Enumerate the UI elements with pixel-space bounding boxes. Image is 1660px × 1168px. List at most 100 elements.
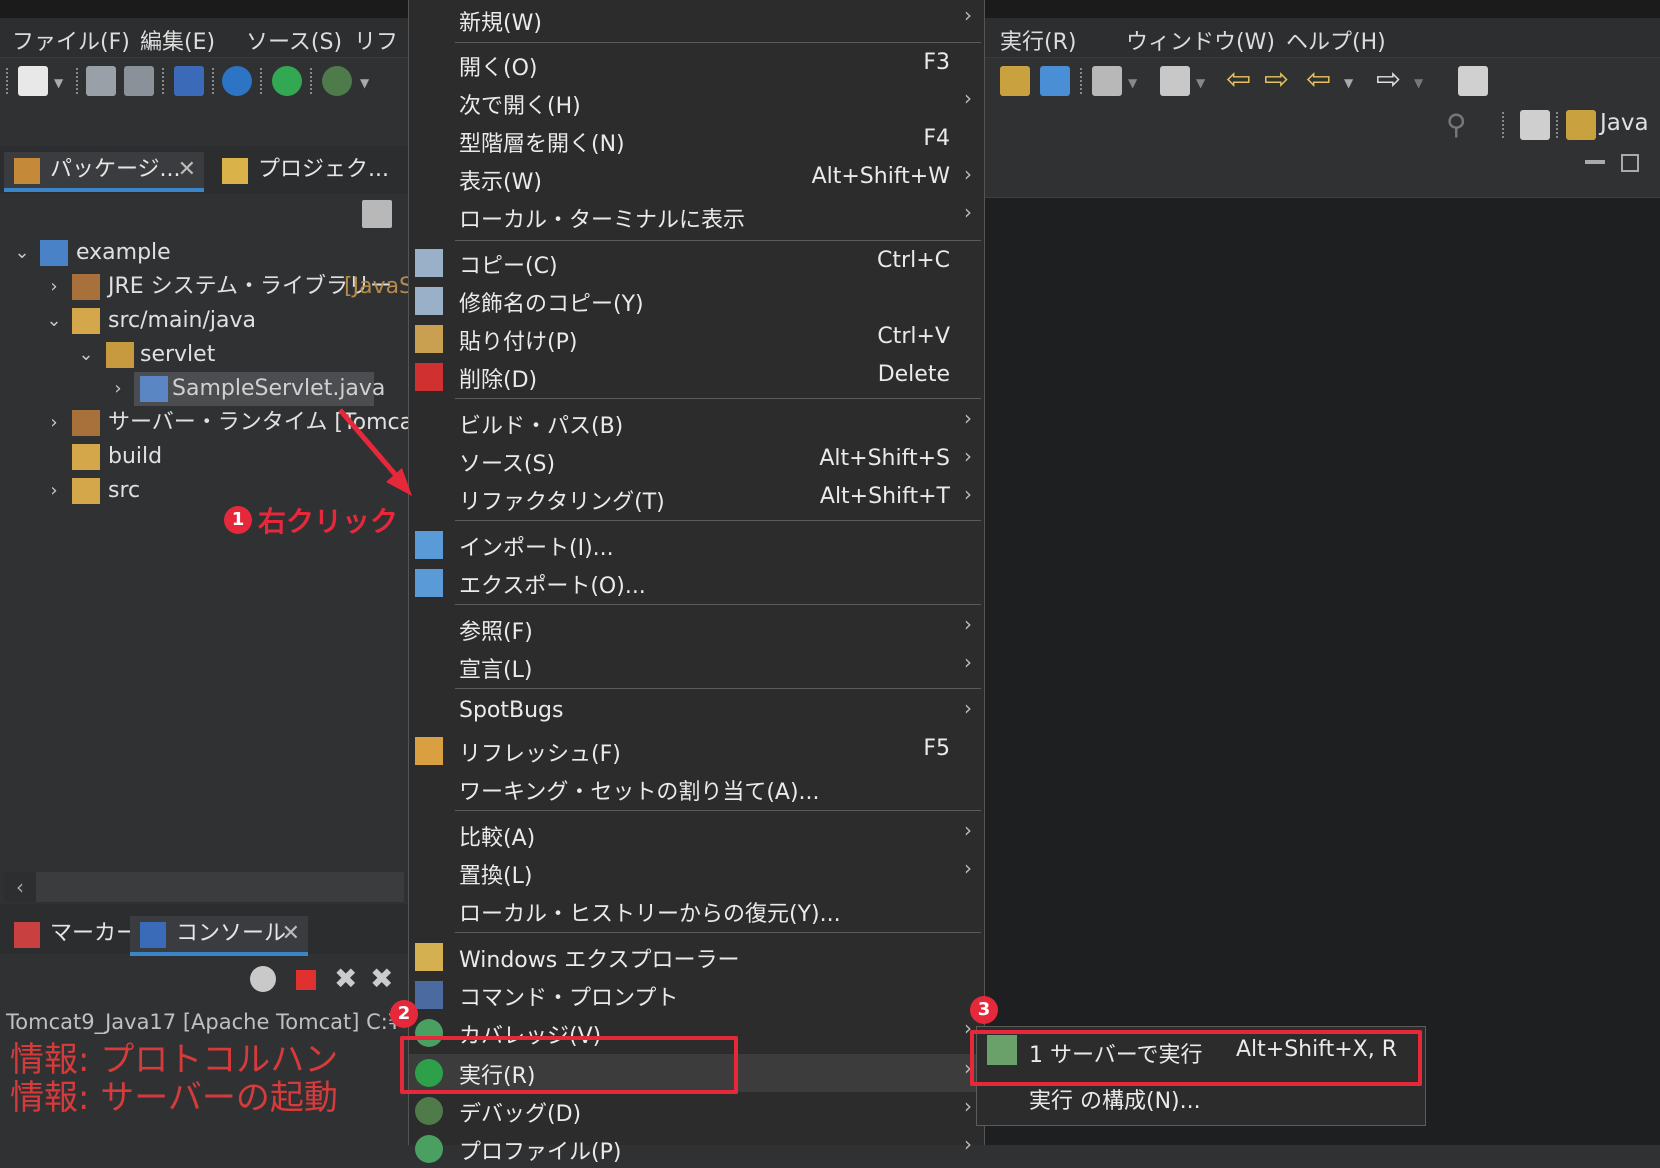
chevron-down-icon[interactable]: ▼ <box>1196 76 1205 90</box>
horizontal-scrollbar[interactable]: ‹ <box>4 872 404 902</box>
perspective-label[interactable]: Java <box>1600 110 1649 136</box>
tree-item-src-main-java[interactable]: ⌄ src/main/java <box>0 304 408 338</box>
menu-item-export[interactable]: エクスポート(O)... <box>409 564 984 602</box>
tab-project-explorer[interactable]: プロジェク... <box>212 152 402 192</box>
menu-item-refactor[interactable]: リファクタリング(T) Alt+Shift+T › <box>409 480 984 518</box>
tab-markers[interactable]: マーカー <box>4 916 138 956</box>
menu-item-label: 表示(W) <box>459 170 542 195</box>
chevron-down-icon[interactable]: ⌄ <box>76 338 96 372</box>
chevron-right-icon: › <box>964 482 972 506</box>
menu-item-windows-explorer[interactable]: Windows エクスプローラー <box>409 938 984 976</box>
menu-help[interactable]: ヘルプ(H) <box>1286 24 1386 56</box>
tab-label: プロジェク... <box>258 157 389 182</box>
remove-all-icon[interactable]: ✖ <box>370 962 393 995</box>
search-icon[interactable]: ⚲ <box>1446 108 1467 141</box>
last-edit-icon[interactable] <box>1160 66 1190 96</box>
chevron-right-icon[interactable]: › <box>44 270 64 304</box>
annotation-icon[interactable] <box>1092 66 1122 96</box>
back-icon[interactable]: ⇦ <box>1306 62 1331 97</box>
save-all-icon[interactable] <box>124 66 154 96</box>
menu-item-copy-qualified-name[interactable]: 修飾名のコピー(Y) <box>409 282 984 320</box>
menu-item-show-in-local-terminal[interactable]: ローカル・ターミナルに表示 › <box>409 198 984 236</box>
menu-window[interactable]: ウィンドウ(W) <box>1126 24 1275 56</box>
open-perspective-icon[interactable] <box>1520 110 1550 140</box>
menu-item-build-path[interactable]: ビルド・パス(B) › <box>409 404 984 442</box>
menu-run[interactable]: 実行(R) <box>1000 24 1076 56</box>
menu-item-replace-with[interactable]: 置換(L) › <box>409 854 984 892</box>
menu-item-assign-working-sets[interactable]: ワーキング・セットの割り当て(A)... <box>409 770 984 808</box>
menu-item-new[interactable]: 新規(W) › <box>409 1 984 39</box>
tab-package-explorer[interactable]: パッケージ... ✕ <box>4 152 204 192</box>
chevron-down-icon[interactable]: ⌄ <box>44 304 64 338</box>
tree-item-sampleservlet[interactable]: › SampleServlet.java <box>0 372 408 406</box>
tree-item-example[interactable]: ⌄ example <box>0 236 408 270</box>
refresh-icon <box>415 737 443 765</box>
toolbar-separator <box>310 68 313 94</box>
menu-file[interactable]: ファイル(F) <box>12 24 130 56</box>
menu-item-show-in[interactable]: 表示(W) Alt+Shift+W › <box>409 160 984 198</box>
menu-item-open-type-hierarchy[interactable]: 型階層を開く(N) F4 <box>409 122 984 160</box>
pin-editor-icon[interactable] <box>1458 66 1488 96</box>
toolbar-separator <box>1556 112 1559 138</box>
menu-item-delete[interactable]: 削除(D) Delete <box>409 358 984 396</box>
java-perspective-icon[interactable] <box>1566 110 1596 140</box>
remove-launch-icon[interactable]: ✖ <box>334 962 357 995</box>
menu-item-references[interactable]: 参照(F) › <box>409 610 984 648</box>
search-java-icon[interactable] <box>1040 66 1070 96</box>
context-menu: 新規(W) › 開く(O) F3 次で開く(H) › 型階層を開く(N) F4 表示(W) Alt… <box>408 0 985 1165</box>
menu-item-declarations[interactable]: 宣言(L) › <box>409 648 984 686</box>
collapse-all-icon[interactable] <box>362 200 392 228</box>
menu-item-restore-from-local-history[interactable]: ローカル・ヒストリーからの復元(Y)... <box>409 892 984 930</box>
copy-icon <box>415 249 443 277</box>
menu-item-open[interactable]: 開く(O) F3 <box>409 46 984 84</box>
tree-item-build[interactable]: build <box>0 440 408 474</box>
minimize-icon[interactable] <box>1585 160 1605 164</box>
power-icon[interactable] <box>272 66 302 96</box>
menu-item-profile[interactable]: プロファイル(P) › <box>409 1130 984 1168</box>
refresh-icon[interactable] <box>250 966 276 992</box>
chevron-right-icon[interactable]: › <box>108 372 128 406</box>
tree-item-jre[interactable]: › JRE システム・ライブラリー [JavaS <box>0 270 413 304</box>
chevron-down-icon[interactable]: ▼ <box>360 76 369 90</box>
chevron-down-icon[interactable]: ▼ <box>1414 76 1423 90</box>
menu-item-compare-with[interactable]: 比較(A) › <box>409 816 984 854</box>
terminal-icon[interactable] <box>174 66 204 96</box>
tree-item-servlet[interactable]: ⌄ servlet <box>0 338 408 372</box>
terminate-icon[interactable] <box>296 970 316 990</box>
new-icon[interactable] <box>18 66 48 96</box>
menu-item-debug[interactable]: デバッグ(D) › <box>409 1092 984 1130</box>
menu-edit[interactable]: 編集(E) <box>140 24 215 56</box>
menu-item-spotbugs[interactable]: SpotBugs › <box>409 694 984 732</box>
menu-item-paste[interactable]: 貼り付け(P) Ctrl+V <box>409 320 984 358</box>
chevron-down-icon[interactable]: ▼ <box>1128 76 1137 90</box>
save-icon[interactable] <box>86 66 116 96</box>
close-icon[interactable]: ✕ <box>282 916 300 952</box>
menu-item-open-with[interactable]: 次で開く(H) › <box>409 84 984 122</box>
chevron-left-icon[interactable]: ‹ <box>4 872 36 902</box>
maximize-icon[interactable] <box>1621 154 1639 172</box>
menu-item-label: 比較(A) <box>459 826 536 851</box>
menu-source[interactable]: ソース(S) <box>246 24 342 56</box>
menu-item-copy[interactable]: コピー(C) Ctrl+C <box>409 244 984 282</box>
debug-icon[interactable] <box>322 66 352 96</box>
tab-console[interactable]: コンソール ✕ <box>130 916 308 956</box>
forward-icon[interactable]: ⇨ <box>1376 62 1401 97</box>
gear-icon[interactable] <box>222 66 252 96</box>
chevron-right-icon[interactable]: › <box>44 406 64 440</box>
chevron-down-icon[interactable]: ▼ <box>1344 76 1353 90</box>
menu-item-command-prompt[interactable]: コマンド・プロンプト <box>409 976 984 1014</box>
menu-item-source[interactable]: ソース(S) Alt+Shift+S › <box>409 442 984 480</box>
chevron-down-icon[interactable]: ⌄ <box>12 236 32 270</box>
menu-item-import[interactable]: インポート(I)... <box>409 526 984 564</box>
chevron-right-icon: › <box>964 86 972 110</box>
prev-annotation-icon[interactable]: ⇦ <box>1226 62 1251 97</box>
menu-refactor[interactable]: リフ <box>354 24 398 56</box>
tree-item-server-runtime[interactable]: › サーバー・ランタイム [Tomcat9 (Ja <box>0 406 471 440</box>
next-annotation-icon[interactable]: ⇨ <box>1264 62 1289 97</box>
chevron-right-icon[interactable]: › <box>44 474 64 508</box>
open-type-icon[interactable] <box>1000 66 1030 96</box>
close-icon[interactable]: ✕ <box>178 152 196 188</box>
menu-separator <box>455 688 981 689</box>
menu-item-refresh[interactable]: リフレッシュ(F) F5 <box>409 732 984 770</box>
chevron-down-icon[interactable]: ▼ <box>54 76 63 90</box>
